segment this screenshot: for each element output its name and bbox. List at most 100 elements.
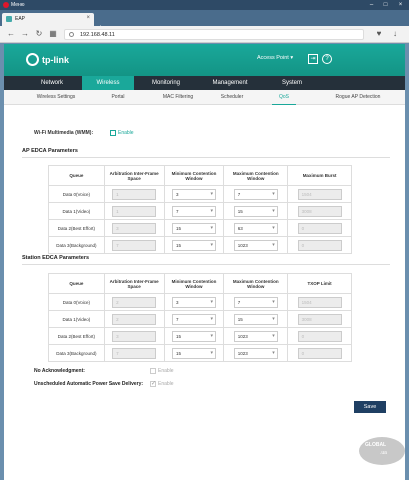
nav-management[interactable]: Management [198, 76, 262, 90]
txop-input: 3008 [297, 313, 342, 325]
aifs-cell: 3 [103, 219, 165, 237]
cwmax-cell: 7 [223, 185, 289, 203]
site-info-icon[interactable] [69, 32, 74, 37]
tab-qos[interactable]: QoS [272, 90, 296, 105]
txop-cell: 0 [287, 344, 352, 362]
minimize-icon[interactable]: – [366, 1, 377, 9]
nav-wireless[interactable]: Wireless [82, 76, 134, 90]
cwmax-select[interactable]: 63 [233, 222, 278, 234]
table-row: Data 1(Video) 2 7 15 3008 [48, 310, 352, 328]
cwmax-cell: 1023 [223, 327, 289, 345]
cwmin-select[interactable]: 7 [171, 313, 216, 325]
opera-logo-icon[interactable] [3, 2, 9, 8]
tp-link-logo-icon [26, 53, 39, 66]
station-edca-table: Queue Arbitration Inter-Frame Space Mini… [48, 273, 352, 362]
cwmin-select[interactable]: 3 [171, 188, 216, 200]
column-header: Queue [48, 273, 105, 294]
cwmin-cell: 15 [163, 236, 225, 254]
table-row: Data 0(Voice) 2 3 7 1504 [48, 293, 352, 311]
cwmin-select[interactable]: 15 [171, 222, 216, 234]
cwmin-select[interactable]: 7 [171, 205, 216, 217]
main-nav: Network Wireless Monitoring Management S… [4, 76, 405, 90]
cwmax-select[interactable]: 7 [233, 188, 278, 200]
queue-name: Data 0(Voice) [48, 185, 105, 203]
back-icon[interactable]: ← [6, 29, 16, 39]
browser-menu-button[interactable]: Меню [11, 2, 25, 8]
table-row: Data 2(Best Effort) 3 15 1023 0 [48, 327, 352, 345]
cwmin-cell: 15 [163, 219, 225, 237]
heart-icon[interactable]: ♥ [374, 29, 384, 39]
cwmin-cell: 3 [163, 185, 225, 203]
logout-icon[interactable]: ⇥ [308, 54, 318, 64]
no-ack-checkbox [150, 368, 156, 374]
table-row: Data 3(Background) 7 15 1023 0 [48, 236, 352, 254]
column-header: Minimum Contention Window [163, 273, 225, 294]
queue-name: Data 0(Voice) [48, 293, 105, 311]
tab-mac-filtering[interactable]: MAC Filtering [150, 90, 206, 105]
tab-wireless-settings[interactable]: Wireless Settings [26, 90, 86, 105]
column-header: TXOP Limit [287, 273, 352, 294]
watermark-suffix: .ua [380, 450, 387, 456]
queue-name: Data 2(Best Effort) [48, 219, 105, 237]
cwmin-cell: 15 [163, 327, 225, 345]
aifs-input: 2 [112, 296, 157, 308]
cwmax-select[interactable]: 15 [233, 313, 278, 325]
forward-icon[interactable]: → [20, 29, 30, 39]
download-icon[interactable]: ↓ [390, 29, 400, 39]
table-row: Data 3(Background) 7 15 1023 0 [48, 344, 352, 362]
cwmin-select[interactable]: 15 [171, 239, 216, 251]
tab-rogue-ap-detection[interactable]: Rogue AP Detection [318, 90, 398, 105]
cwmin-select[interactable]: 15 [171, 330, 216, 342]
aifs-input: 7 [112, 239, 157, 251]
wmm-enable-checkbox[interactable] [110, 130, 116, 136]
cwmax-select[interactable]: 7 [233, 296, 278, 308]
burst-input: 0 [297, 222, 342, 234]
cwmax-cell: 15 [223, 202, 289, 220]
help-icon[interactable]: ? [322, 54, 332, 64]
browser-tab[interactable]: EAP × [2, 13, 94, 26]
address-bar: ← → ↻ ▦ 192.168.48.11 ♥ ↓ [0, 26, 409, 43]
cwmax-select[interactable]: 1023 [233, 330, 278, 342]
cwmin-select[interactable]: 15 [171, 347, 216, 359]
logo-text: tp-link [42, 55, 69, 65]
close-window-icon[interactable]: × [395, 1, 406, 9]
sub-nav: Wireless Settings Portal MAC Filtering S… [4, 90, 405, 105]
ap-mode-select[interactable]: Access Point ▾ [257, 55, 293, 61]
txop-input: 0 [297, 330, 342, 342]
column-header: Maximum Contention Window [223, 165, 289, 186]
cwmax-select[interactable]: 1023 [233, 239, 278, 251]
tab-portal[interactable]: Portal [98, 90, 138, 105]
column-header: Minimum Contention Window [163, 165, 225, 186]
cwmax-select[interactable]: 15 [233, 205, 278, 217]
apsd-label: Unscheduled Automatic Power Save Deliver… [34, 381, 144, 387]
nav-system[interactable]: System [262, 76, 322, 90]
nav-network[interactable]: Network [22, 76, 82, 90]
txop-cell: 0 [287, 327, 352, 345]
table-row: Data 2(Best Effort) 3 15 63 0 [48, 219, 352, 237]
burst-cell: 0 [287, 236, 352, 254]
page-content: tp-link Access Point ▾ ⇥ ? Network Wirel… [4, 44, 405, 480]
reload-icon[interactable]: ↻ [34, 29, 44, 39]
speed-dial-icon[interactable]: ▦ [48, 29, 58, 39]
aifs-cell: 2 [103, 310, 165, 328]
tab-bar: EAP × + [0, 10, 409, 32]
tab-favicon-icon [6, 16, 12, 22]
cwmax-cell: 7 [223, 293, 289, 311]
apsd-checkbox [150, 380, 156, 387]
nav-monitoring[interactable]: Monitoring [134, 76, 198, 90]
url-input[interactable]: 192.168.48.11 [64, 29, 364, 40]
cwmax-select[interactable]: 1023 [233, 347, 278, 359]
aifs-input: 3 [112, 222, 157, 234]
cwmin-cell: 7 [163, 310, 225, 328]
tab-close-icon[interactable]: × [86, 15, 90, 21]
ap-edca-title: AP EDCA Parameters [22, 148, 78, 154]
save-button[interactable]: Save [354, 401, 386, 413]
aifs-cell: 7 [103, 344, 165, 362]
column-header: Maximum Burst [287, 165, 352, 186]
burst-input: 3008 [297, 205, 342, 217]
cwmin-select[interactable]: 3 [171, 296, 216, 308]
txop-cell: 1504 [287, 293, 352, 311]
tab-scheduler[interactable]: Scheduler [210, 90, 254, 105]
maximize-icon[interactable]: □ [380, 1, 391, 9]
column-header: Arbitration Inter-Frame Space [103, 165, 165, 186]
